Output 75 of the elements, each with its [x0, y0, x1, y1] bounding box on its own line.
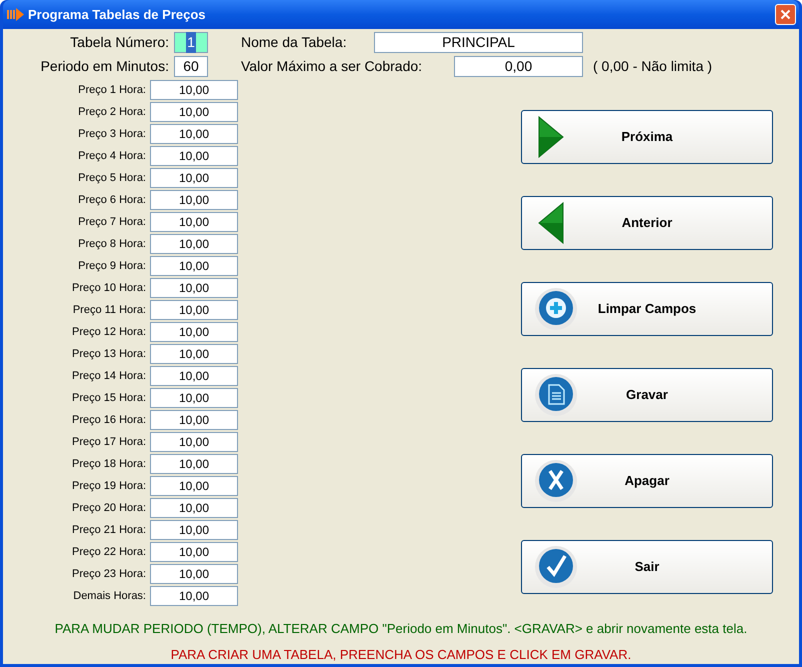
- price-label: Preço 5 Hora:: [77, 170, 146, 186]
- price-field[interactable]: 10,00: [150, 366, 238, 386]
- price-field[interactable]: 10,00: [150, 278, 238, 298]
- price-field[interactable]: 10,00: [150, 322, 238, 342]
- field-label: Periodo em Minutos:: [40, 56, 169, 76]
- price-label: Preço 22 Hora:: [71, 544, 146, 560]
- price-label: Preço 9 Hora:: [77, 258, 146, 274]
- price-label: Preço 13 Hora:: [71, 346, 146, 362]
- action-button[interactable]: Gravar: [521, 368, 773, 422]
- price-field[interactable]: 10,00: [150, 146, 238, 166]
- hint-text: ( 0,00 - Não limita ): [593, 56, 712, 76]
- price-field[interactable]: 10,00: [150, 80, 238, 100]
- document-icon: [534, 373, 578, 417]
- price-label: Preço 23 Hora:: [71, 566, 146, 582]
- price-label: Preço 1 Hora:: [77, 82, 146, 98]
- price-field[interactable]: 10,00: [150, 388, 238, 408]
- action-button[interactable]: Sair: [521, 540, 773, 594]
- table-name-field[interactable]: PRINCIPAL: [374, 32, 583, 52]
- price-label: Preço 20 Hora:: [71, 500, 146, 516]
- price-label: Preço 18 Hora:: [71, 456, 146, 472]
- price-field[interactable]: 10,00: [150, 454, 238, 474]
- price-field[interactable]: 10,00: [150, 212, 238, 232]
- table-number-field[interactable]: 1: [174, 32, 208, 52]
- window-title: Programa Tabelas de Preços: [28, 6, 206, 24]
- price-field[interactable]: 10,00: [150, 542, 238, 562]
- price-label: Preço 6 Hora:: [77, 192, 146, 208]
- back-icon: [538, 202, 564, 244]
- price-label: Preço 2 Hora:: [77, 104, 146, 120]
- action-button[interactable]: Anterior: [521, 196, 773, 250]
- price-field[interactable]: 10,00: [150, 234, 238, 254]
- price-field[interactable]: 10,00: [150, 564, 238, 584]
- play-icon: [538, 116, 564, 158]
- price-field[interactable]: 10,00: [150, 124, 238, 144]
- price-label: Preço 11 Hora:: [72, 302, 146, 318]
- price-label: Preço 12 Hora:: [71, 324, 146, 340]
- app-icon: [7, 8, 24, 21]
- price-label: Demais Horas:: [72, 588, 146, 604]
- price-label: Preço 16 Hora:: [71, 412, 146, 428]
- action-button[interactable]: Apagar: [521, 454, 773, 508]
- x-icon: [534, 459, 578, 503]
- action-button[interactable]: Próxima: [521, 110, 773, 164]
- price-field[interactable]: 10,00: [150, 344, 238, 364]
- field-label: Nome da Tabela:: [241, 32, 348, 52]
- price-label: Preço 10 Hora:: [71, 280, 146, 296]
- price-field[interactable]: 10,00: [150, 410, 238, 430]
- instruction-text: PARA CRIAR UMA TABELA, PREENCHA OS CAMPOS E CLICK EM GRAVAR.: [170, 646, 632, 664]
- action-button[interactable]: Limpar Campos: [521, 282, 773, 336]
- close-icon: [780, 9, 791, 20]
- price-label: Preço 19 Hora:: [71, 478, 146, 494]
- price-field[interactable]: 10,00: [150, 102, 238, 122]
- price-label: Preço 8 Hora:: [77, 236, 146, 252]
- price-label: Preço 4 Hora:: [77, 148, 146, 164]
- max-value-field[interactable]: 0,00: [454, 56, 583, 76]
- price-field[interactable]: 10,00: [150, 168, 238, 188]
- field-label: Tabela Número:: [69, 32, 169, 52]
- price-field[interactable]: 10,00: [150, 190, 238, 210]
- price-field[interactable]: 10,00: [150, 586, 238, 606]
- field-label: Valor Máximo a ser Cobrado:: [241, 56, 424, 76]
- price-field[interactable]: 10,00: [150, 300, 238, 320]
- instruction-text: PARA MUDAR PERIODO (TEMPO), ALTERAR CAMPO "Periodo em Minutos". <GRAVAR> e abrir novamente esta tela.: [54, 620, 748, 638]
- price-field[interactable]: 10,00: [150, 432, 238, 452]
- price-label: Preço 21 Hora:: [71, 522, 146, 538]
- close-button[interactable]: [775, 4, 796, 25]
- price-field[interactable]: 10,00: [150, 256, 238, 276]
- plus-icon: [534, 287, 578, 331]
- price-label: Preço 17 Hora:: [71, 434, 146, 450]
- price-label: Preço 14 Hora:: [71, 368, 146, 384]
- price-label: Preço 3 Hora:: [77, 126, 146, 142]
- price-label: Preço 7 Hora:: [77, 214, 146, 230]
- period-field[interactable]: 60: [174, 56, 208, 76]
- checkmark-icon: [534, 545, 578, 589]
- price-field[interactable]: 10,00: [150, 476, 238, 496]
- price-field[interactable]: 10,00: [150, 498, 238, 518]
- price-label: Preço 15 Hora:: [71, 390, 146, 406]
- price-field[interactable]: 10,00: [150, 520, 238, 540]
